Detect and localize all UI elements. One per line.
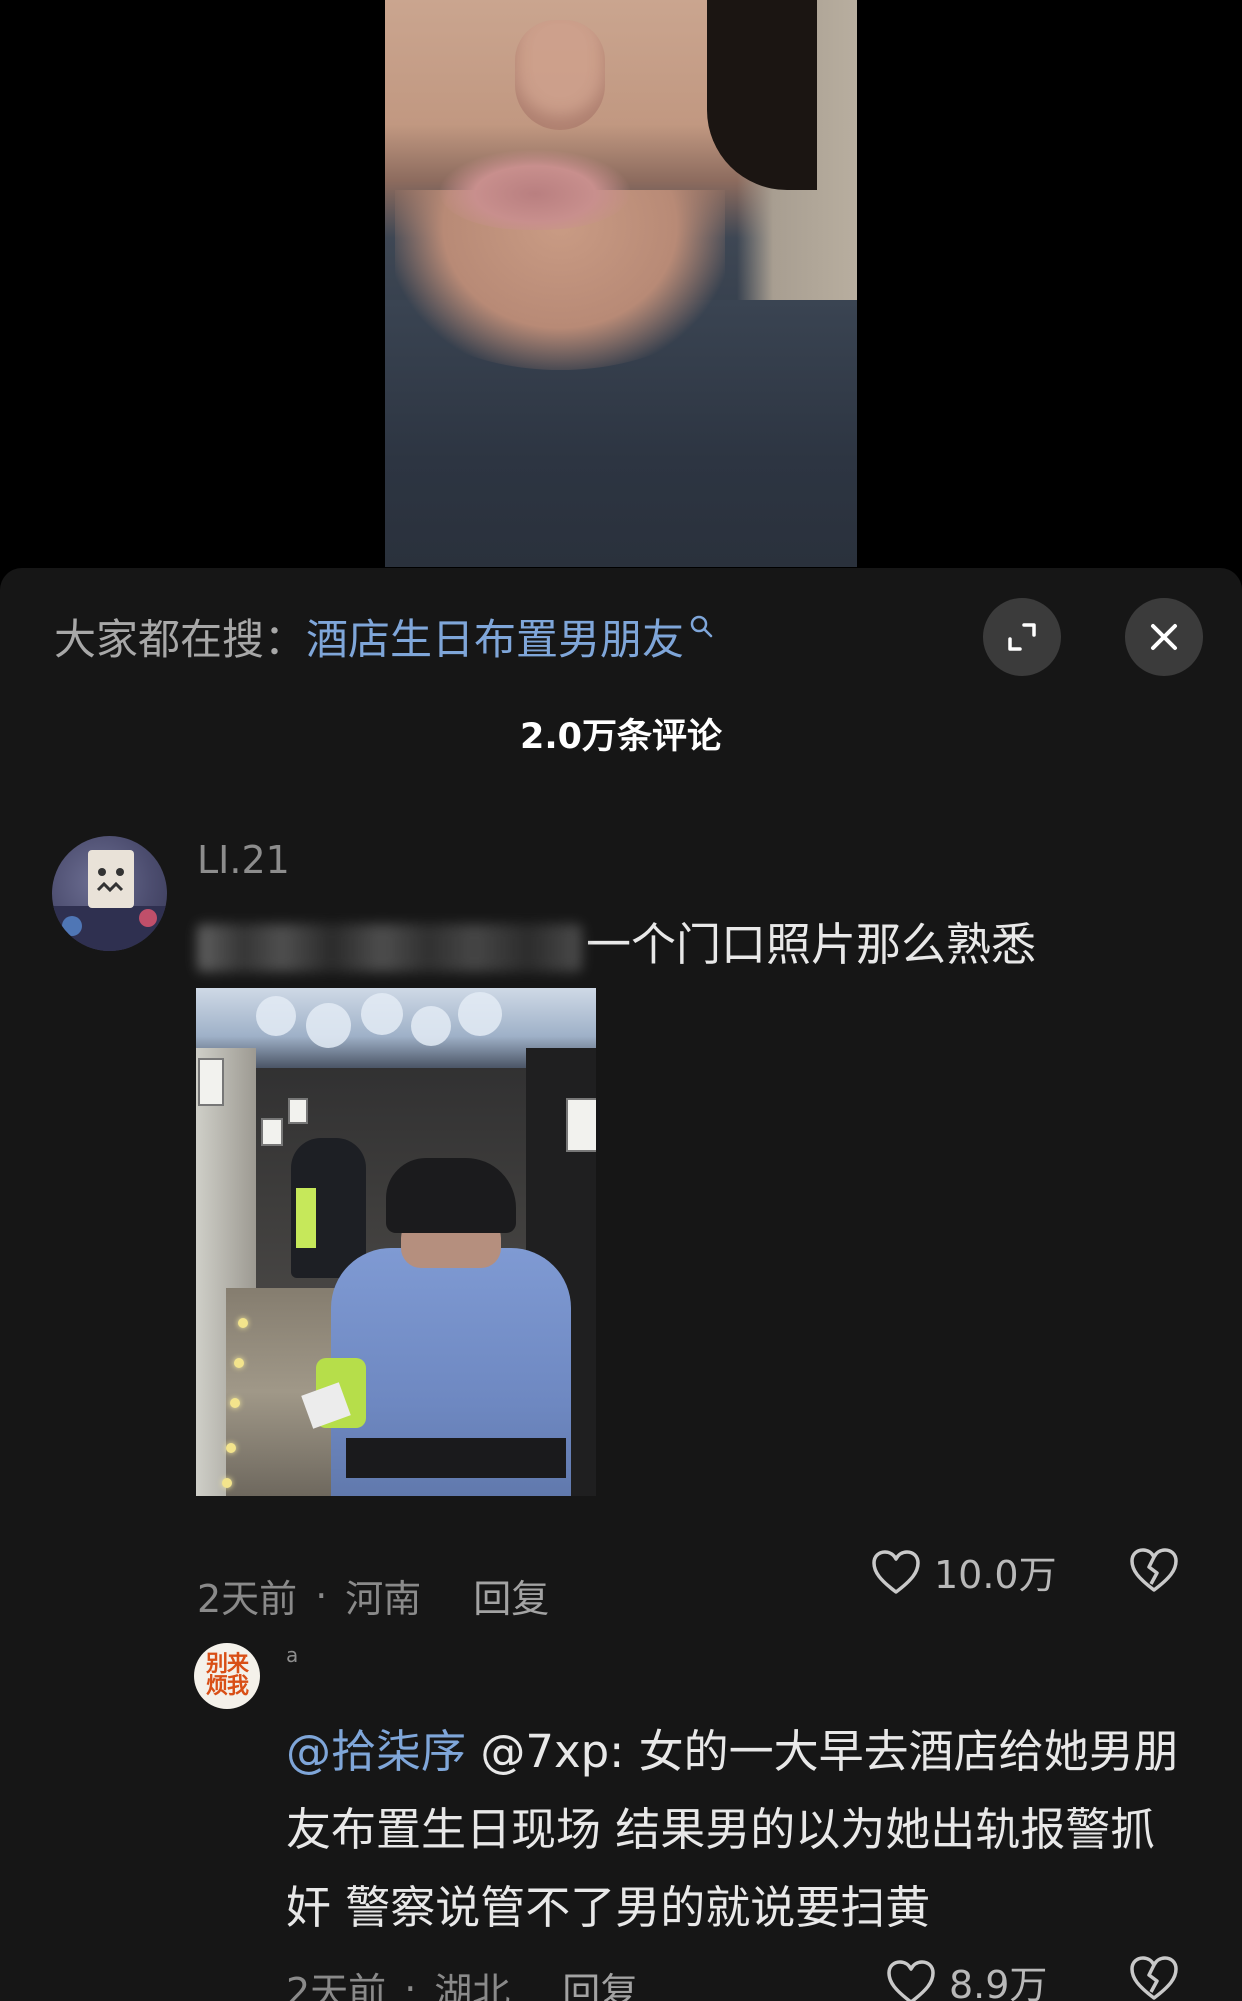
reply-like-button[interactable]: 8.9万 [885, 1954, 1047, 2001]
heart-icon [872, 1549, 920, 1594]
reply-dislike-button[interactable] [1128, 1954, 1180, 2001]
photo-balloon [256, 996, 296, 1036]
reply-meta: 2天前 · 湖北 回复 [286, 1961, 638, 2001]
photo-balloon [306, 1003, 351, 1048]
reply-text: @拾柒序 @7xp: 女的一大早去酒店给她男朋友布置生日现场 结果男的以为她出轨… [286, 1713, 1186, 1947]
comment-username[interactable]: LI.21 [197, 838, 290, 882]
comment-sheet: 大家都在搜： 酒店生日布置男朋友 2.0万条评论 LI.21 一个门口照片那么熟… [0, 568, 1242, 2001]
heart-icon [887, 1959, 935, 2001]
expand-button[interactable] [983, 598, 1061, 676]
photo-light [226, 1443, 236, 1453]
reply-username[interactable]: a [286, 1643, 298, 1667]
meta-separator: · [404, 1966, 417, 2001]
like-count: 10.0万 [934, 1553, 1057, 1597]
comment-count: 2.0万条评论 [519, 717, 722, 757]
photo-belt [346, 1438, 566, 1478]
avatar-ghost-icon [52, 850, 167, 951]
video-player[interactable] [385, 0, 857, 567]
comment-meta: 2天前 · 河南 回复 [197, 1568, 549, 1623]
reply-avatar[interactable]: 别来 烦我 [194, 1643, 260, 1709]
reply-location: 湖北 [434, 1970, 511, 2001]
reply-time: 2天前 [286, 1970, 387, 2001]
expand-icon [1008, 623, 1036, 651]
search-prefix: 大家都在搜： [54, 614, 307, 664]
screen: 大家都在搜： 酒店生日布置男朋友 2.0万条评论 LI.21 一个门口照片那么熟… [0, 0, 1242, 2001]
broken-heart-icon [1130, 1548, 1178, 1592]
close-icon [1151, 624, 1177, 650]
photo-light [234, 1358, 244, 1368]
video-lips [440, 150, 630, 230]
reply-reply-button[interactable]: 回复 [562, 1961, 638, 2001]
mention-link[interactable]: @拾柒序 [286, 1725, 466, 1778]
comment-text: 一个门口照片那么熟悉 [197, 908, 1036, 973]
blurred-text [197, 924, 582, 972]
meta-separator: · [315, 1573, 328, 1618]
avatar-text-line1: 别来 [205, 1652, 249, 1677]
dislike-button[interactable] [1128, 1546, 1180, 1598]
photo-balloon [361, 993, 403, 1035]
photo-officer-cap [386, 1158, 516, 1233]
photo-officer [301, 1138, 596, 1496]
reply-button[interactable]: 回复 [473, 1568, 549, 1623]
search-icon [690, 615, 713, 638]
broken-heart-icon [1130, 1956, 1178, 2000]
like-button[interactable]: 10.0万 [870, 1544, 1057, 1599]
reply-like-count: 8.9万 [949, 1963, 1048, 2001]
photo-light [238, 1318, 248, 1328]
comment-location: 河南 [345, 1577, 422, 1621]
comment-time: 2天前 [197, 1577, 298, 1621]
photo-light [222, 1478, 232, 1488]
avatar-text: 别来 烦我 [198, 1654, 256, 1698]
photo-balloon [411, 1006, 451, 1046]
photo-frame [288, 1098, 308, 1124]
avatar-text-line2: 烦我 [205, 1674, 249, 1699]
photo-balloon [458, 992, 502, 1036]
search-term-link[interactable]: 酒店生日布置男朋友 [306, 606, 684, 667]
comment-photo[interactable] [196, 988, 596, 1496]
video-hair [707, 0, 817, 190]
comment-body: 一个门口照片那么熟悉 [586, 918, 1037, 971]
avatar[interactable] [52, 836, 167, 951]
photo-light [230, 1398, 240, 1408]
close-button[interactable] [1125, 598, 1203, 676]
photo-frame [198, 1058, 224, 1106]
photo-frame [261, 1118, 283, 1146]
search-suggestion[interactable]: 大家都在搜： 酒店生日布置男朋友 [54, 611, 716, 664]
video-nose [515, 20, 605, 130]
